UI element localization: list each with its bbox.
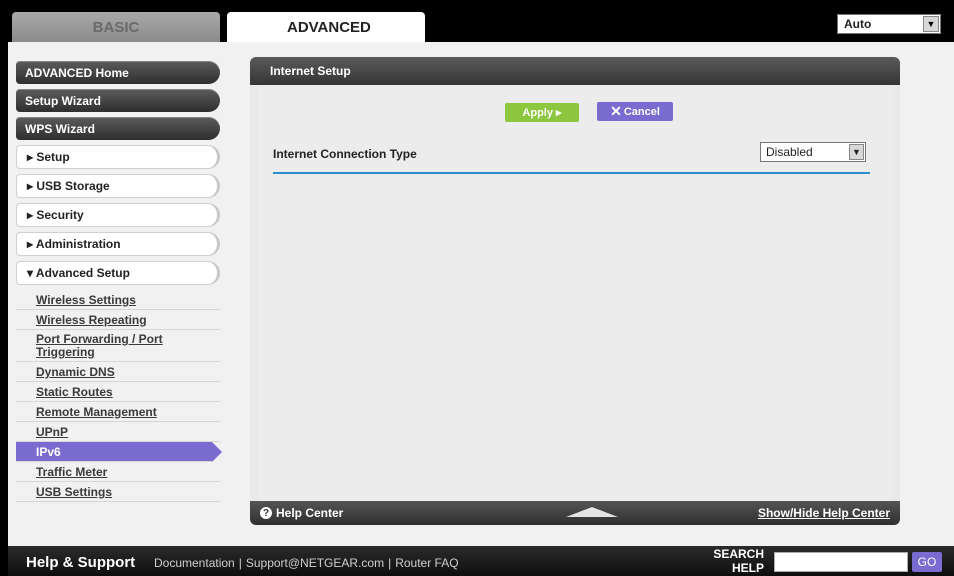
router-frame: BASIC ADVANCED Auto ▼ ADVANCED Home Setu… xyxy=(0,0,954,576)
chevron-down-icon[interactable]: ▼ xyxy=(923,16,939,32)
separator: | xyxy=(388,556,392,570)
connection-type-label: Internet Connection Type xyxy=(273,147,417,161)
apply-button[interactable]: Apply ▸ xyxy=(505,103,579,122)
search-label-line1: SEARCH xyxy=(713,547,764,561)
help-icon: ? xyxy=(260,507,272,519)
tab-advanced[interactable]: ADVANCED xyxy=(227,12,425,42)
menu-administration[interactable]: ▸ Administration xyxy=(16,232,220,256)
menu-advanced-setup[interactable]: ▾ Advanced Setup xyxy=(16,261,220,285)
close-icon: ✕ xyxy=(610,103,622,119)
router-ui: BASIC ADVANCED Auto ▼ ADVANCED Home Setu… xyxy=(8,8,954,576)
cancel-label: Cancel xyxy=(623,105,660,118)
internet-setup-panel: Internet Setup Apply ▸ ✕ Cancel Internet… xyxy=(250,57,900,525)
panel-title: Internet Setup xyxy=(250,57,900,85)
menu-security[interactable]: ▸ Security xyxy=(16,203,220,227)
expand-triangle-icon[interactable] xyxy=(566,507,618,517)
help-support-title: Help & Support xyxy=(26,554,136,571)
section-divider xyxy=(273,172,870,174)
advanced-setup-submenu: Wireless Settings Wireless Repeating Por… xyxy=(16,290,222,502)
support-email-link[interactable]: Support@NETGEAR.com xyxy=(246,556,384,570)
left-menu: ADVANCED Home Setup Wizard WPS Wizard ▸ … xyxy=(16,61,222,502)
help-center-label: Help Center xyxy=(276,506,344,520)
submenu-traffic-meter[interactable]: Traffic Meter xyxy=(16,462,220,482)
submenu-wireless-repeating[interactable]: Wireless Repeating xyxy=(16,310,220,330)
menu-setup-wizard[interactable]: Setup Wizard xyxy=(16,89,220,112)
submenu-static-routes[interactable]: Static Routes xyxy=(16,382,220,402)
help-support-bar: Help & Support Documentation | Support@NET… xyxy=(8,546,954,576)
documentation-link[interactable]: Documentation xyxy=(154,556,235,570)
connection-type-select[interactable]: Disabled ▼ xyxy=(760,142,866,162)
help-center-bar: ? Help Center Show/Hide Help Center xyxy=(250,501,900,525)
submenu-wireless-settings[interactable]: Wireless Settings xyxy=(16,290,220,310)
top-tab-bar: BASIC ADVANCED Auto ▼ xyxy=(8,8,954,42)
connection-type-value: Disabled xyxy=(766,145,813,159)
support-links: Documentation | Support@NETGEAR.com | Router… xyxy=(154,556,459,570)
panel-body: Apply ▸ ✕ Cancel Internet Connection Typ… xyxy=(258,85,892,509)
search-input[interactable] xyxy=(774,552,908,572)
show-hide-help-link[interactable]: Show/Hide Help Center xyxy=(758,506,890,520)
language-select-value: Auto xyxy=(844,17,872,31)
search-help-label: SEARCH HELP xyxy=(704,547,764,575)
language-select[interactable]: Auto ▼ xyxy=(837,14,941,34)
submenu-port-forwarding[interactable]: Port Forwarding / Port Triggering xyxy=(16,330,220,362)
menu-wps-wizard[interactable]: WPS Wizard xyxy=(16,117,220,140)
submenu-usb-settings[interactable]: USB Settings xyxy=(16,482,220,502)
submenu-upnp[interactable]: UPnP xyxy=(16,422,220,442)
go-button[interactable]: GO xyxy=(912,552,942,572)
search-label-line2: HELP xyxy=(731,561,764,575)
submenu-remote-management[interactable]: Remote Management xyxy=(16,402,220,422)
menu-setup[interactable]: ▸ Setup xyxy=(16,145,220,169)
router-faq-link[interactable]: Router FAQ xyxy=(395,556,458,570)
menu-advanced-home[interactable]: ADVANCED Home xyxy=(16,61,220,84)
submenu-ipv6[interactable]: IPv6 xyxy=(16,442,222,462)
menu-usb-storage[interactable]: ▸ USB Storage xyxy=(16,174,220,198)
chevron-down-icon[interactable]: ▼ xyxy=(849,144,864,160)
help-center[interactable]: ? Help Center xyxy=(260,506,343,520)
submenu-dynamic-dns[interactable]: Dynamic DNS xyxy=(16,362,220,382)
cancel-button[interactable]: ✕ Cancel xyxy=(597,102,673,121)
tab-basic[interactable]: BASIC xyxy=(12,12,220,42)
separator: | xyxy=(238,556,242,570)
